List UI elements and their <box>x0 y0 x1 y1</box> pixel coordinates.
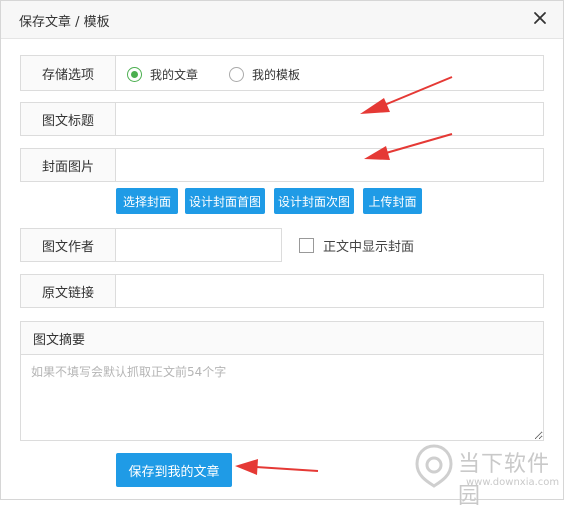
author-row: 图文作者 <box>20 228 282 263</box>
author-input[interactable] <box>121 229 280 263</box>
watermark: 当下软件园 www.downxia.com <box>414 440 560 509</box>
radio-my-templates-label: 我的模板 <box>252 67 301 82</box>
show-cover-checkbox[interactable]: 正文中显示封面 <box>299 236 414 255</box>
cover-label: 封面图片 <box>21 149 116 181</box>
title-row: 图文标题 <box>20 102 544 137</box>
title-label: 图文标题 <box>21 103 116 135</box>
summary-label: 图文摘要 <box>21 322 543 355</box>
save-to-my-articles-button[interactable]: 保存到我的文章 <box>116 453 232 487</box>
show-cover-label: 正文中显示封面 <box>323 240 415 255</box>
watermark-logo-icon <box>415 444 453 488</box>
dialog-header: 保存文章 / 模板 <box>1 1 563 39</box>
select-cover-button[interactable]: 选择封面 <box>116 188 178 214</box>
radio-checked-icon <box>127 66 142 82</box>
radio-unchecked-icon <box>229 66 244 82</box>
summary-textarea[interactable] <box>21 355 543 440</box>
author-label: 图文作者 <box>21 229 116 261</box>
storage-option-row: 存储选项 我的文章 我的模板 <box>20 55 544 91</box>
radio-my-articles-label: 我的文章 <box>150 67 199 82</box>
radio-my-templates[interactable]: 我的模板 <box>229 65 300 83</box>
design-cover-second-button[interactable]: 设计封面次图 <box>274 188 354 214</box>
summary-box: 图文摘要 <box>20 321 544 441</box>
upload-cover-button[interactable]: 上传封面 <box>363 188 422 214</box>
cover-row: 封面图片 <box>20 148 544 183</box>
storage-option-label: 存储选项 <box>21 56 116 90</box>
checkbox-icon <box>299 238 314 253</box>
title-input[interactable] <box>121 103 540 137</box>
design-cover-first-button[interactable]: 设计封面首图 <box>185 188 265 214</box>
dialog-title: 保存文章 / 模板 <box>19 15 110 30</box>
close-icon[interactable] <box>531 9 549 27</box>
watermark-url: www.downxia.com <box>466 477 560 488</box>
radio-my-articles[interactable]: 我的文章 <box>127 65 198 83</box>
save-dialog: 保存文章 / 模板 存储选项 我的文章 我的模板 图文标题 封面图片 选择封面 … <box>0 0 564 500</box>
source-link-label: 原文链接 <box>21 275 116 307</box>
source-link-row: 原文链接 <box>20 274 544 309</box>
source-link-input[interactable] <box>121 275 540 309</box>
cover-input[interactable] <box>121 149 540 183</box>
